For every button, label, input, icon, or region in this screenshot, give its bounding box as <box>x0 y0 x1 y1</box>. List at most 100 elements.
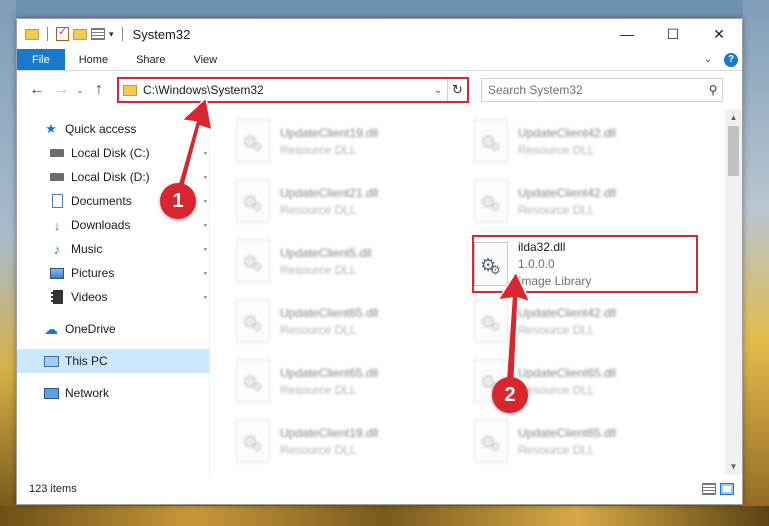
desktop-background <box>0 506 769 526</box>
new-folder-icon[interactable] <box>73 28 87 40</box>
title-bar: ▾ System32 — ☐ ✕ <box>17 19 742 49</box>
sidebar-item-videos[interactable]: Videos ▪ <box>17 285 209 309</box>
sidebar-item-pictures[interactable]: Pictures ▪ <box>17 261 209 285</box>
file-name: UpdateClient65.dll <box>518 425 617 440</box>
file-item[interactable]: UpdateClient21.dll Resource DLL <box>236 177 454 225</box>
vertical-scrollbar[interactable]: ▲ ▼ <box>725 109 742 475</box>
file-name: UpdateClient19.dll <box>280 425 379 440</box>
file-item[interactable]: UpdateClient65.dll Resource DLL <box>474 417 692 465</box>
file-name: UpdateClient21.dll <box>280 185 379 200</box>
file-item[interactable]: UpdateClient65.dll Resource DLL <box>236 357 454 405</box>
sidebar-item-music[interactable]: ♪ Music ▪ <box>17 237 209 261</box>
desktop-background <box>0 0 16 526</box>
help-button[interactable]: ? <box>720 49 742 70</box>
file-item[interactable]: UpdateClient42.dll Resource DLL <box>474 297 692 345</box>
file-name: UpdateClient65.dll <box>280 305 379 320</box>
sidebar-item-network[interactable]: Network <box>17 381 209 405</box>
sidebar-item-label: Videos <box>71 290 108 304</box>
customize-icon[interactable] <box>91 28 105 40</box>
file-item[interactable]: UpdateClient42.dll Resource DLL <box>474 117 692 165</box>
tab-view[interactable]: View <box>179 49 231 70</box>
pin-icon[interactable]: ▪ <box>204 292 207 302</box>
sidebar-item-label: Local Disk (D:) <box>71 170 150 184</box>
sidebar-item-label: This PC <box>65 354 108 368</box>
sidebar-item-this-pc[interactable]: This PC <box>17 349 209 373</box>
file-type: Resource DLL <box>518 442 595 457</box>
sidebar-item-label: Local Disk (C:) <box>71 146 150 160</box>
pin-icon[interactable]: ▪ <box>204 148 207 158</box>
file-name: UpdateClient65.dll <box>518 365 617 380</box>
expand-ribbon-icon[interactable]: ⌄ <box>696 49 720 70</box>
forward-button[interactable]: → <box>49 78 73 102</box>
properties-icon[interactable] <box>56 25 69 41</box>
minimize-button[interactable]: — <box>604 19 650 49</box>
scrollbar-thumb[interactable] <box>728 126 739 176</box>
pin-icon[interactable]: ▪ <box>204 244 207 254</box>
tab-share[interactable]: Share <box>122 49 179 70</box>
chevron-down-icon[interactable]: ⌄ <box>429 85 447 96</box>
maximize-button[interactable]: ☐ <box>650 19 696 49</box>
sidebar-item-label: Network <box>65 386 110 400</box>
sidebar-item-label: Music <box>71 242 103 256</box>
disk-icon <box>49 170 65 184</box>
up-button[interactable]: ↑ <box>87 78 111 102</box>
search-box[interactable]: Search System32 ⚲ <box>481 78 723 102</box>
tab-file[interactable]: File <box>17 49 65 70</box>
file-name: UpdateClient42.dll <box>518 185 617 200</box>
disk-icon <box>49 146 65 160</box>
sidebar-item-local-disk-c[interactable]: Local Disk (C:) ▪ <box>17 141 209 165</box>
address-bar[interactable]: C:\Windows\System32 ⌄ ↻ <box>117 77 469 103</box>
this-pc-icon <box>43 354 59 368</box>
network-icon <box>43 386 59 400</box>
status-bar: 123 items <box>17 474 742 504</box>
refresh-button[interactable]: ↻ <box>447 79 467 101</box>
search-input[interactable]: Search System32 <box>488 83 704 97</box>
music-icon: ♪ <box>53 241 61 257</box>
tab-home[interactable]: Home <box>65 49 122 70</box>
sidebar-item-quick-access[interactable]: ★ Quick access <box>17 117 209 141</box>
file-item[interactable]: UpdateClient19.dll Resource DLL <box>236 117 454 165</box>
dll-file-icon <box>236 179 270 223</box>
onedrive-icon: ☁ <box>44 320 58 337</box>
highlight-box <box>472 235 698 293</box>
file-item[interactable]: UpdateClient65.dll Resource DLL <box>236 297 454 345</box>
file-item[interactable]: UpdateClient19.dll Resource DLL <box>236 417 454 465</box>
folder-icon[interactable] <box>25 28 39 40</box>
pin-icon[interactable]: ▪ <box>204 196 207 206</box>
search-icon[interactable]: ⚲ <box>704 83 722 97</box>
pin-icon[interactable]: ▪ <box>204 220 207 230</box>
file-item[interactable]: UpdateClient5.dll Resource DLL <box>236 237 454 285</box>
downloads-icon: ↓ <box>53 217 61 233</box>
scroll-up-icon[interactable]: ▲ <box>725 109 742 126</box>
pin-icon[interactable]: ▪ <box>204 172 207 182</box>
recent-locations-icon[interactable]: ⌄ <box>73 78 87 102</box>
close-button[interactable]: ✕ <box>696 19 742 49</box>
dll-file-icon <box>474 419 508 463</box>
pin-icon[interactable]: ▪ <box>204 268 207 278</box>
file-name: UpdateClient19.dll <box>280 125 379 140</box>
file-type: Resource DLL <box>280 142 357 157</box>
folder-icon <box>123 84 137 96</box>
address-path[interactable]: C:\Windows\System32 <box>143 83 429 97</box>
dll-file-icon <box>236 239 270 283</box>
file-name: UpdateClient42.dll <box>518 125 617 140</box>
window-controls: — ☐ ✕ <box>604 19 742 49</box>
step-2-badge: 2 <box>492 377 528 413</box>
dll-file-icon <box>236 419 270 463</box>
file-type: Resource DLL <box>518 322 595 337</box>
sidebar-item-label: OneDrive <box>65 322 116 336</box>
sidebar-item-label: Downloads <box>71 218 131 232</box>
scroll-down-icon[interactable]: ▼ <box>725 458 742 475</box>
dll-file-icon <box>236 359 270 403</box>
file-type: Resource DLL <box>280 262 357 277</box>
explorer-window: ▾ System32 — ☐ ✕ File Home Share View ⌄ … <box>16 18 743 505</box>
chevron-down-icon[interactable]: ▾ <box>109 29 114 40</box>
sidebar-item-onedrive[interactable]: ☁ OneDrive <box>17 317 209 341</box>
file-type: Resource DLL <box>280 322 357 337</box>
videos-icon <box>49 290 65 304</box>
large-icons-view-icon[interactable] <box>720 483 734 495</box>
back-button[interactable]: ← <box>25 78 49 102</box>
navigation-bar: ← → ⌄ ↑ C:\Windows\System32 ⌄ ↻ Search S… <box>17 71 742 109</box>
file-item[interactable]: UpdateClient42.dll Resource DLL <box>474 177 692 225</box>
details-view-icon[interactable] <box>702 483 716 495</box>
